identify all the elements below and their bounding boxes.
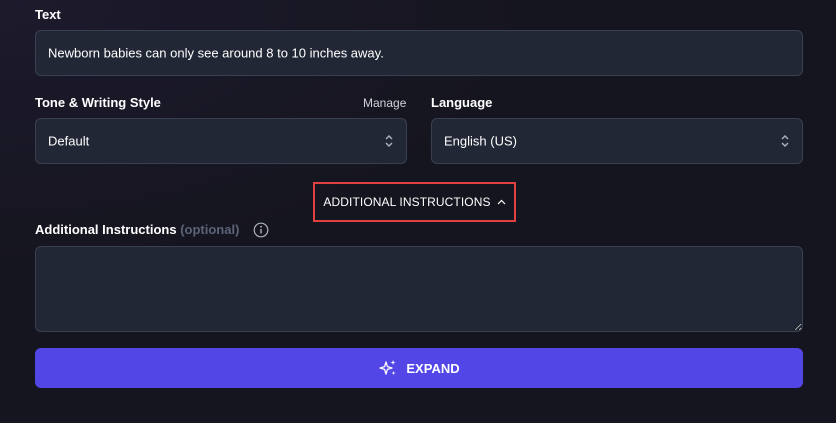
additional-instructions-textarea[interactable]	[35, 246, 803, 332]
additional-instructions-label: Additional Instructions (optional)	[35, 222, 239, 238]
expand-button[interactable]: EXPAND	[35, 348, 803, 388]
chevron-up-icon	[497, 199, 506, 205]
additional-instructions-label-text: Additional Instructions	[35, 222, 177, 237]
additional-instructions-toggle[interactable]: ADDITIONAL INSTRUCTIONS	[313, 182, 516, 222]
language-select[interactable]: English (US)	[431, 118, 803, 164]
select-arrows-icon	[385, 135, 393, 147]
sparkles-icon	[379, 360, 396, 375]
tone-select-value: Default	[48, 133, 90, 149]
expand-button-label: EXPAND	[406, 360, 460, 376]
manage-link[interactable]: Manage	[363, 95, 406, 111]
optional-label: (optional)	[180, 222, 240, 237]
tone-select[interactable]: Default	[35, 118, 407, 164]
language-label: Language	[431, 95, 493, 110]
language-select-value: English (US)	[444, 133, 517, 149]
additional-instructions-toggle-label: ADDITIONAL INSTRUCTIONS	[323, 195, 491, 209]
select-arrows-icon	[781, 135, 789, 147]
text-input[interactable]: Newborn babies can only see around 8 to …	[35, 30, 803, 76]
info-icon[interactable]	[253, 222, 269, 238]
text-input-value: Newborn babies can only see around 8 to …	[48, 45, 384, 61]
tone-label: Tone & Writing Style	[35, 95, 161, 110]
text-label: Text	[35, 7, 61, 22]
